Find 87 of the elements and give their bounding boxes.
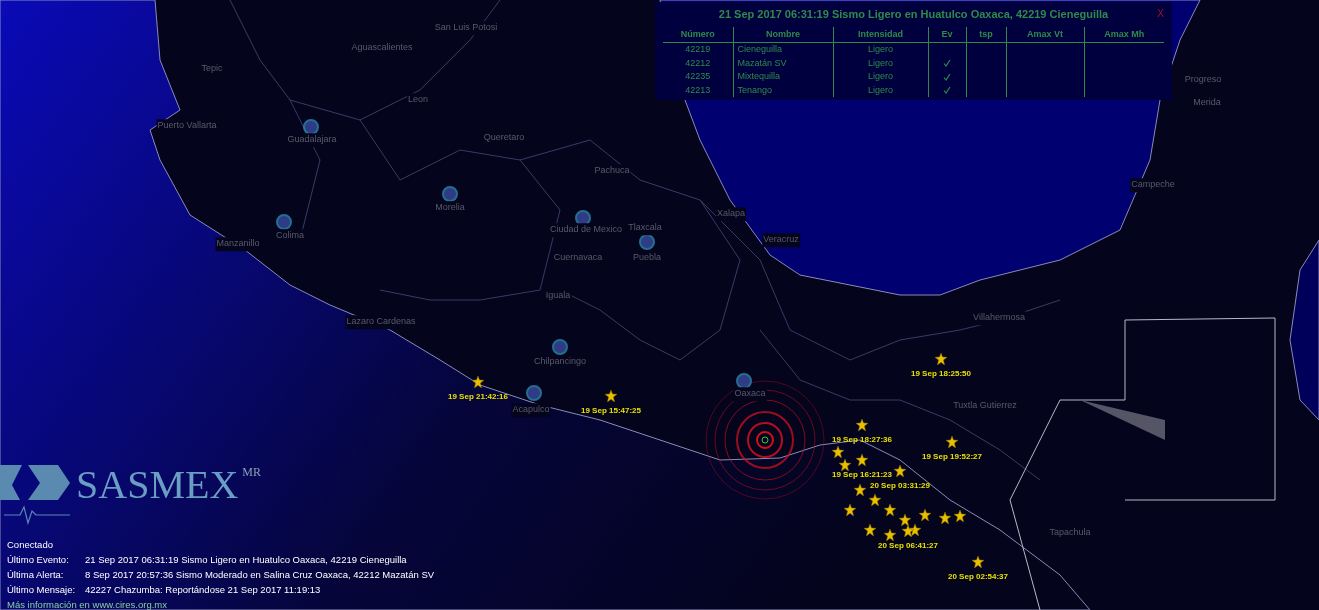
status-value: 8 Sep 2017 20:57:36 Sismo Moderado en Salina Cruz Oaxaca, 42212 Mazatán SV — [85, 568, 435, 582]
city-label: Ciudad de Mexico — [549, 223, 623, 237]
city-label: Tlaxcala — [627, 221, 663, 235]
event-time-label: 19 Sep 21:42:16 — [448, 391, 508, 401]
table-cell: Cieneguilla — [733, 42, 833, 57]
city-label: Progreso — [1183, 73, 1223, 87]
station-marker-icon — [303, 119, 319, 135]
logo-wordmark: SASMEX — [76, 465, 239, 505]
quake-star-icon — [935, 353, 947, 365]
city-label: Aguascalientes — [350, 41, 414, 55]
city-label: Oaxaca — [733, 387, 767, 401]
city-label: Manzanillo — [215, 237, 261, 251]
quake-star-icon — [856, 419, 868, 431]
quake-star-icon — [844, 504, 856, 516]
event-time-label: 19 Sep 18:25:50 — [911, 368, 971, 378]
quake-star-icon — [832, 446, 844, 458]
event-time-label: 20 Sep 02:54:37 — [948, 571, 1008, 581]
status-label: Última Alerta: — [7, 568, 65, 582]
city-label: Lazaro Cardenas — [345, 315, 417, 329]
alert-title: 21 Sep 2017 06:31:19 Sismo Ligero en Huatulco Oaxaca, 42219 Cieneguilla — [718, 7, 1109, 22]
column-header: Amax Vt — [1006, 26, 1084, 43]
table-cell: Mazatán SV — [733, 56, 833, 70]
table-cell: Tenango — [733, 83, 833, 97]
quake-star-icon — [884, 504, 896, 516]
table-cell: 42213 — [663, 83, 733, 97]
quake-star-icon — [954, 510, 966, 522]
event-time-label: 19 Sep 19:52:27 — [922, 451, 982, 461]
column-header: Ev — [928, 26, 966, 43]
status-value: 21 Sep 2017 06:31:19 Sismo Ligero en Huatulco Oaxaca, 42219 Cieneguilla — [85, 553, 407, 567]
table-cell: 42219 — [663, 42, 733, 57]
city-label: Guadalajara — [286, 133, 338, 147]
quake-star-icon — [899, 514, 911, 526]
connection-status: Conectado — [7, 538, 54, 552]
quake-star-icon — [864, 524, 876, 536]
city-label: Chilpancingo — [533, 355, 587, 369]
city-label: Villahermosa — [972, 311, 1026, 325]
city-label: San Luis Potosi — [433, 21, 499, 35]
city-label: Acapulco — [511, 403, 551, 417]
station-marker-icon — [552, 339, 568, 355]
status-value: 42227 Chazumba: Reportándose 21 Sep 2017 11:19:13 — [85, 583, 321, 597]
table-cell: Mixtequilla — [733, 70, 833, 84]
quake-star-icon — [472, 376, 484, 388]
event-time-label: 19 Sep 15:47:25 — [581, 405, 641, 415]
table-cell: 42212 — [663, 56, 733, 70]
city-label: Xalapa — [716, 207, 746, 221]
quake-star-icon — [884, 529, 896, 541]
station-marker-icon — [526, 385, 542, 401]
column-header: Número — [663, 26, 733, 43]
city-label: Tapachula — [1048, 526, 1092, 540]
city-label: Queretaro — [482, 131, 526, 145]
station-marker-icon — [442, 186, 458, 202]
event-time-label: 19 Sep 18:27:36 — [832, 434, 892, 444]
quake-star-icon — [946, 436, 958, 448]
station-marker-icon — [736, 373, 752, 389]
station-marker-icon — [276, 214, 292, 230]
quake-star-icon — [854, 484, 866, 496]
quake-star-icon — [839, 459, 851, 471]
info-link[interactable]: Más información en www.cires.org.mx — [7, 597, 435, 610]
status-label: Último Evento: — [7, 553, 70, 567]
event-time-label: 20 Sep 03:31:29 — [870, 480, 930, 490]
event-time-label: 19 Sep 16:21:23 — [832, 469, 892, 479]
column-header: Nombre — [733, 26, 833, 43]
quake-star-icon — [939, 512, 951, 524]
column-header: Amax Mh — [1084, 26, 1164, 43]
trademark-mark: MR — [242, 464, 261, 481]
column-header: tsp — [966, 26, 1006, 43]
quake-star-icon — [909, 524, 921, 536]
city-label: Iguala — [544, 289, 572, 303]
city-label: Colima — [275, 229, 305, 243]
city-label: Campeche — [1130, 178, 1176, 192]
table-cell: Ligero — [833, 83, 928, 97]
quake-star-icon — [972, 556, 984, 568]
table-cell: Ligero — [833, 70, 928, 84]
quake-star-icon — [856, 454, 868, 466]
status-label: Último Mensaje: — [7, 583, 77, 597]
table-cell: 42235 — [663, 70, 733, 84]
quake-star-icon — [894, 465, 906, 477]
city-label: Tepic — [200, 62, 224, 76]
quake-star-icon — [902, 525, 914, 537]
table-cell: Ligero — [833, 42, 928, 57]
table-cell: Ligero — [833, 56, 928, 70]
column-header: Intensidad — [833, 26, 928, 43]
event-time-label: 20 Sep 06:41:27 — [878, 540, 938, 550]
quake-star-icon — [605, 390, 617, 402]
city-label: Veracruz — [762, 233, 800, 247]
quake-star-icon — [919, 509, 931, 521]
quake-star-icon — [869, 494, 881, 506]
